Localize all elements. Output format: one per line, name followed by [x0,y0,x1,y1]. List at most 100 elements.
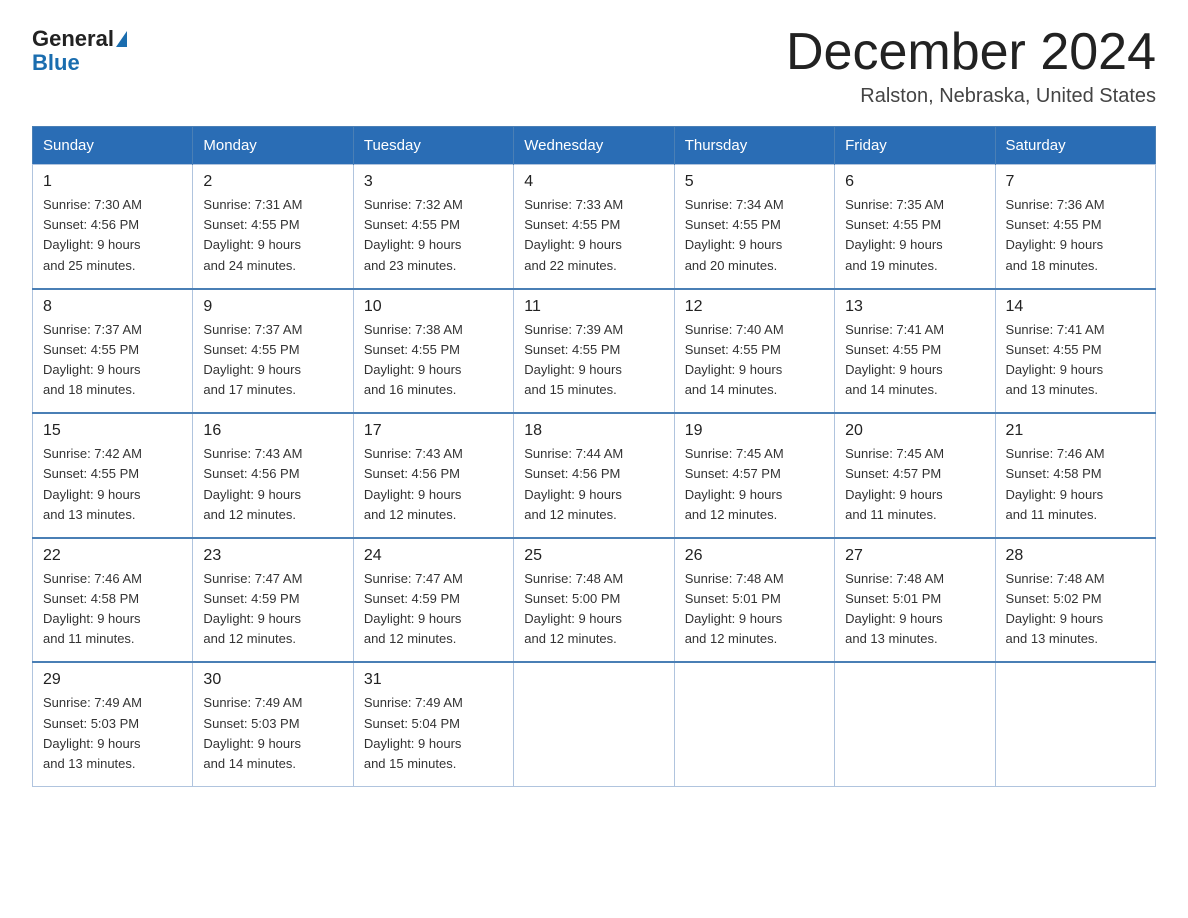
table-row: 3 Sunrise: 7:32 AM Sunset: 4:55 PM Daylig… [353,165,513,289]
logo-triangle-icon [116,31,127,47]
day-number: 19 [685,422,824,440]
day-number: 13 [845,298,984,316]
table-row: 7Sunrise: 7:36 AM Sunset: 4:55 PM Daylig… [995,165,1155,289]
table-row: 15 Sunrise: 7:42 AM Sunset: 4:55 PM Dayli… [33,413,193,538]
col-header-thursday: Thursday [674,127,834,165]
day-info: Sunrise: 7:42 AM Sunset: 4:55 PM Dayligh… [43,444,182,525]
table-row: 9 Sunrise: 7:37 AM Sunset: 4:55 PM Daylig… [193,289,353,414]
table-row: 29Sunrise: 7:49 AM Sunset: 5:03 PM Dayli… [33,662,193,786]
col-header-tuesday: Tuesday [353,127,513,165]
day-info: Sunrise: 7:44 AM Sunset: 4:56 PM Dayligh… [524,444,663,525]
day-number: 29 [43,671,182,689]
day-info: Sunrise: 7:46 AM Sunset: 4:58 PM Dayligh… [1006,444,1145,525]
calendar-week-row: 1 Sunrise: 7:30 AM Sunset: 4:56 PM Daylig… [33,165,1156,289]
logo-general-text: General [32,28,114,50]
day-number: 5 [685,173,824,191]
day-number: 3 [364,173,503,191]
day-info: Sunrise: 7:34 AM Sunset: 4:55 PM Dayligh… [685,195,824,276]
day-number: 25 [524,547,663,565]
day-info: Sunrise: 7:47 AM Sunset: 4:59 PM Dayligh… [203,569,342,650]
table-row [514,662,674,786]
day-number: 6 [845,173,984,191]
day-info: Sunrise: 7:43 AM Sunset: 4:56 PM Dayligh… [203,444,342,525]
day-number: 16 [203,422,342,440]
day-info: Sunrise: 7:39 AM Sunset: 4:55 PM Dayligh… [524,320,663,401]
table-row: 12Sunrise: 7:40 AM Sunset: 4:55 PM Dayli… [674,289,834,414]
day-info: Sunrise: 7:38 AM Sunset: 4:55 PM Dayligh… [364,320,503,401]
day-number: 17 [364,422,503,440]
day-number: 1 [43,173,182,191]
day-info: Sunrise: 7:36 AM Sunset: 4:55 PM Dayligh… [1006,195,1145,276]
calendar-week-row: 22 Sunrise: 7:46 AM Sunset: 4:58 PM Dayli… [33,538,1156,663]
col-header-saturday: Saturday [995,127,1155,165]
table-row: 20 Sunrise: 7:45 AM Sunset: 4:57 PM Dayli… [835,413,995,538]
day-info: Sunrise: 7:48 AM Sunset: 5:00 PM Dayligh… [524,569,663,650]
logo: General Blue [32,28,129,76]
table-row: 19 Sunrise: 7:45 AM Sunset: 4:57 PM Dayli… [674,413,834,538]
day-number: 4 [524,173,663,191]
day-number: 11 [524,298,663,316]
day-info: Sunrise: 7:32 AM Sunset: 4:55 PM Dayligh… [364,195,503,276]
day-number: 20 [845,422,984,440]
table-row: 8 Sunrise: 7:37 AM Sunset: 4:55 PM Daylig… [33,289,193,414]
day-number: 31 [364,671,503,689]
table-row: 5 Sunrise: 7:34 AM Sunset: 4:55 PM Daylig… [674,165,834,289]
table-row: 14Sunrise: 7:41 AM Sunset: 4:55 PM Dayli… [995,289,1155,414]
day-number: 9 [203,298,342,316]
table-row: 26 Sunrise: 7:48 AM Sunset: 5:01 PM Dayli… [674,538,834,663]
day-info: Sunrise: 7:30 AM Sunset: 4:56 PM Dayligh… [43,195,182,276]
table-row: 28Sunrise: 7:48 AM Sunset: 5:02 PM Dayli… [995,538,1155,663]
day-number: 2 [203,173,342,191]
table-row: 30Sunrise: 7:49 AM Sunset: 5:03 PM Dayli… [193,662,353,786]
table-row: 11 Sunrise: 7:39 AM Sunset: 4:55 PM Dayli… [514,289,674,414]
table-row: 10 Sunrise: 7:38 AM Sunset: 4:55 PM Dayli… [353,289,513,414]
day-number: 21 [1006,422,1145,440]
day-number: 26 [685,547,824,565]
calendar-week-row: 15 Sunrise: 7:42 AM Sunset: 4:55 PM Dayli… [33,413,1156,538]
day-number: 8 [43,298,182,316]
table-row [674,662,834,786]
day-number: 23 [203,547,342,565]
day-number: 10 [364,298,503,316]
day-info: Sunrise: 7:45 AM Sunset: 4:57 PM Dayligh… [685,444,824,525]
day-number: 15 [43,422,182,440]
col-header-friday: Friday [835,127,995,165]
calendar-week-row: 8 Sunrise: 7:37 AM Sunset: 4:55 PM Daylig… [33,289,1156,414]
day-number: 27 [845,547,984,565]
table-row: 23 Sunrise: 7:47 AM Sunset: 4:59 PM Dayli… [193,538,353,663]
day-info: Sunrise: 7:41 AM Sunset: 4:55 PM Dayligh… [845,320,984,401]
table-row: 24 Sunrise: 7:47 AM Sunset: 4:59 PM Dayli… [353,538,513,663]
calendar-week-row: 29Sunrise: 7:49 AM Sunset: 5:03 PM Dayli… [33,662,1156,786]
day-info: Sunrise: 7:35 AM Sunset: 4:55 PM Dayligh… [845,195,984,276]
table-row [995,662,1155,786]
day-info: Sunrise: 7:46 AM Sunset: 4:58 PM Dayligh… [43,569,182,650]
table-row: 27Sunrise: 7:48 AM Sunset: 5:01 PM Dayli… [835,538,995,663]
calendar-header-row: SundayMondayTuesdayWednesdayThursdayFrid… [33,127,1156,165]
table-row: 13 Sunrise: 7:41 AM Sunset: 4:55 PM Dayli… [835,289,995,414]
table-row: 18 Sunrise: 7:44 AM Sunset: 4:56 PM Dayli… [514,413,674,538]
col-header-wednesday: Wednesday [514,127,674,165]
table-row: 31Sunrise: 7:49 AM Sunset: 5:04 PM Dayli… [353,662,513,786]
table-row [835,662,995,786]
table-row: 6 Sunrise: 7:35 AM Sunset: 4:55 PM Daylig… [835,165,995,289]
day-number: 24 [364,547,503,565]
calendar-table: SundayMondayTuesdayWednesdayThursdayFrid… [32,126,1156,787]
day-number: 28 [1006,547,1145,565]
day-number: 18 [524,422,663,440]
day-info: Sunrise: 7:45 AM Sunset: 4:57 PM Dayligh… [845,444,984,525]
day-number: 12 [685,298,824,316]
table-row: 4 Sunrise: 7:33 AM Sunset: 4:55 PM Daylig… [514,165,674,289]
day-info: Sunrise: 7:37 AM Sunset: 4:55 PM Dayligh… [43,320,182,401]
day-info: Sunrise: 7:37 AM Sunset: 4:55 PM Dayligh… [203,320,342,401]
title-area: December 2024 Ralston, Nebraska, United … [786,24,1156,108]
day-number: 22 [43,547,182,565]
day-info: Sunrise: 7:33 AM Sunset: 4:55 PM Dayligh… [524,195,663,276]
day-info: Sunrise: 7:41 AM Sunset: 4:55 PM Dayligh… [1006,320,1145,401]
location-subtitle: Ralston, Nebraska, United States [786,85,1156,108]
table-row: 16 Sunrise: 7:43 AM Sunset: 4:56 PM Dayli… [193,413,353,538]
day-info: Sunrise: 7:31 AM Sunset: 4:55 PM Dayligh… [203,195,342,276]
col-header-sunday: Sunday [33,127,193,165]
day-info: Sunrise: 7:48 AM Sunset: 5:01 PM Dayligh… [685,569,824,650]
day-info: Sunrise: 7:47 AM Sunset: 4:59 PM Dayligh… [364,569,503,650]
logo-blue-text: Blue [32,50,80,75]
